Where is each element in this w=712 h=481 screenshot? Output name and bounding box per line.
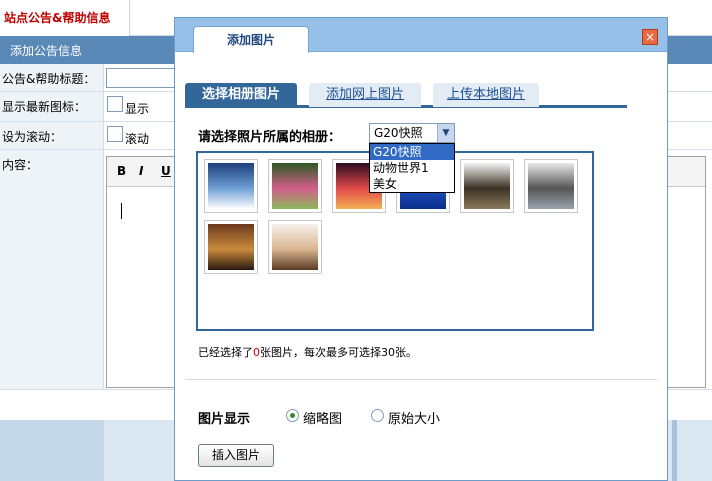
show-new-icon-checkbox[interactable]: [107, 96, 123, 112]
site-tab[interactable]: 站点公告&帮助信息: [0, 0, 130, 36]
text-caret: [121, 203, 122, 219]
dialog-title: 添加图片: [193, 26, 309, 53]
original-size-radio[interactable]: [371, 409, 384, 422]
site-tab-label: 站点公告&帮助信息: [4, 11, 111, 25]
selection-count-text: 已经选择了0张图片，每次最多可选择30张。: [198, 344, 417, 360]
album-select[interactable]: G20快照 ▼: [369, 123, 455, 143]
new-icon-label: 显示最新图标：: [2, 100, 87, 114]
content-label: 内容：: [2, 158, 39, 172]
scroll-label: 设为滚动：: [2, 130, 63, 144]
photo-man-jacket: [464, 163, 510, 209]
dialog-header: 添加图片 ×: [175, 18, 667, 53]
add-image-dialog: 添加图片 × 选择相册图片 添加网上图片 上传本地图片 请选择照片所属的相册： …: [174, 17, 668, 481]
photo-thumbnail[interactable]: [460, 159, 514, 213]
album-option[interactable]: G20快照: [370, 144, 454, 160]
original-size-label: 原始大小: [388, 412, 441, 427]
photo-singer: [208, 224, 254, 270]
thumbnail-radio[interactable]: [286, 409, 299, 422]
count-suffix: 张图片，每次最多可选择30张。: [260, 346, 417, 359]
display-label: 图片显示: [198, 412, 251, 427]
photo-thumbnail[interactable]: [268, 159, 322, 213]
photo-thumbnail[interactable]: [524, 159, 578, 213]
divider: [185, 379, 657, 380]
photo-waves: [208, 163, 254, 209]
tab-upload-local[interactable]: 上传本地图片: [433, 83, 539, 107]
content-label-cell: 内容：: [0, 150, 104, 389]
album-option[interactable]: 美女: [370, 176, 454, 192]
photo-woman: [272, 224, 318, 270]
album-label: 请选择照片所属的相册：: [198, 130, 342, 145]
thumbnail-label: 缩略图: [303, 412, 343, 427]
scroll-text: 滚动: [125, 132, 150, 146]
radio-dot: [290, 413, 295, 418]
close-icon[interactable]: ×: [642, 29, 658, 45]
title-label: 公告&帮助标题：: [2, 72, 96, 86]
photo-group: [528, 163, 574, 209]
italic-button[interactable]: I: [139, 164, 143, 178]
photo-lotus: [272, 163, 318, 209]
tab-web-images[interactable]: 添加网上图片: [309, 83, 421, 107]
selected-count: 0: [253, 346, 260, 359]
chevron-down-icon[interactable]: ▼: [437, 124, 454, 142]
photo-thumbnail[interactable]: [204, 159, 258, 213]
insert-image-button[interactable]: 插入图片: [198, 444, 274, 467]
show-new-icon-text: 显示: [125, 102, 150, 116]
section-title: 添加公告信息: [10, 44, 83, 58]
album-option[interactable]: 动物世界1: [370, 160, 454, 176]
count-prefix: 已经选择了: [198, 346, 253, 359]
title-label-cell: 公告&帮助标题：: [0, 64, 104, 91]
scrollbar[interactable]: [672, 420, 677, 481]
image-source-tabs: 选择相册图片 添加网上图片 上传本地图片: [185, 82, 627, 108]
footer-panel: [104, 420, 174, 481]
album-dropdown-list: G20快照 动物世界1 美女: [369, 143, 455, 193]
underline-button[interactable]: U: [161, 164, 171, 178]
photo-thumbnail[interactable]: [268, 220, 322, 274]
scroll-label-cell: 设为滚动：: [0, 122, 104, 149]
album-select-value: G20快照: [374, 126, 423, 140]
bold-button[interactable]: B: [117, 164, 126, 178]
new-icon-label-cell: 显示最新图标：: [0, 92, 104, 121]
tab-album-images[interactable]: 选择相册图片: [185, 83, 297, 107]
scroll-checkbox[interactable]: [107, 126, 123, 142]
photo-thumbnail[interactable]: [204, 220, 258, 274]
